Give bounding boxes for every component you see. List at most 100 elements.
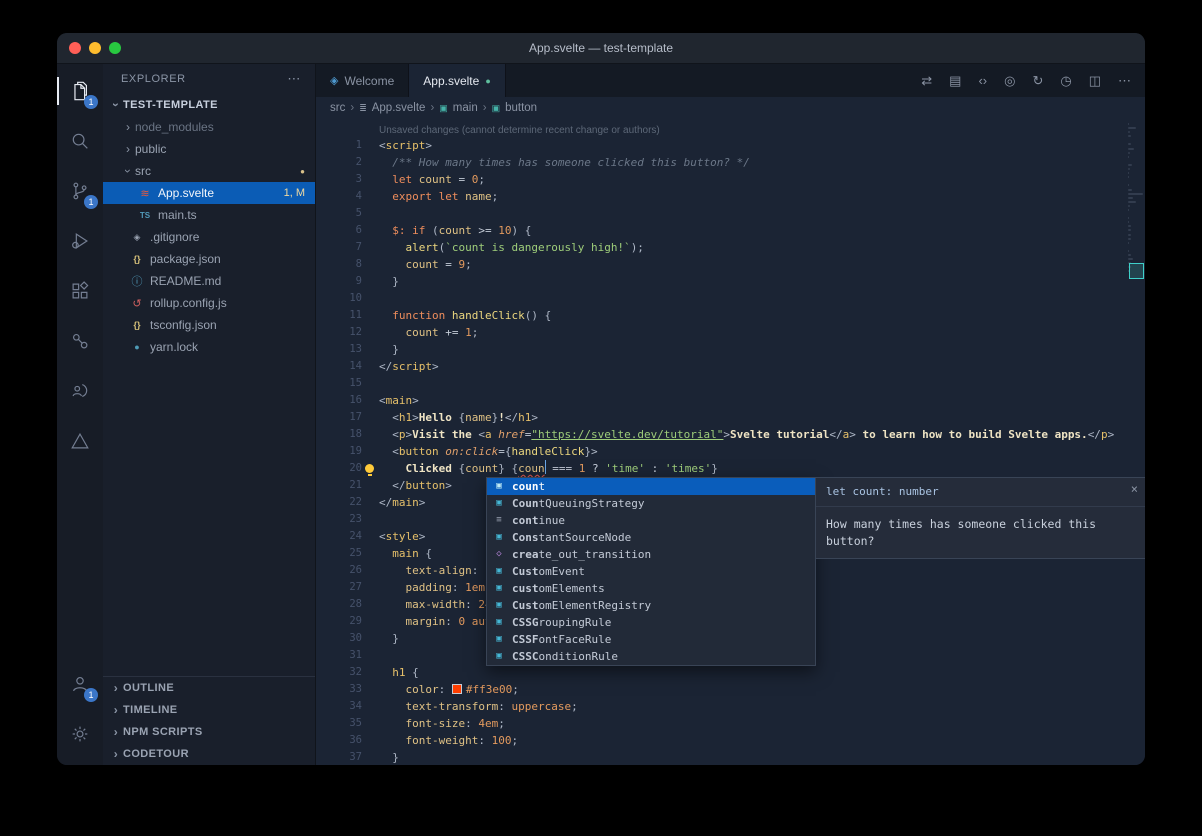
line-number: 21 bbox=[316, 477, 379, 494]
file-row[interactable]: ≋App.svelte1, M bbox=[103, 182, 315, 204]
liveshare-icon[interactable] bbox=[57, 368, 103, 414]
code-line: 33 color: #ff3e00; bbox=[316, 681, 1145, 698]
minimap-line bbox=[1128, 205, 1130, 207]
sidebar-section-timeline[interactable]: ›TIMELINE bbox=[103, 699, 315, 721]
chevron-down-icon: › bbox=[121, 164, 135, 178]
sidebar-section-codetour[interactable]: ›CODETOUR bbox=[103, 743, 315, 765]
extensions-icon[interactable] bbox=[57, 268, 103, 314]
more-actions-icon[interactable]: ⋯ bbox=[1118, 73, 1131, 89]
minimap-line bbox=[1128, 193, 1143, 195]
suggest-item[interactable]: ▣CSSGroupingRule bbox=[487, 614, 815, 631]
keybindings-icon[interactable]: ‹› bbox=[978, 73, 987, 88]
suggest-item[interactable]: ≡continue bbox=[487, 512, 815, 529]
code-line: 8 count = 9; bbox=[316, 256, 1145, 273]
folder-row[interactable]: ›node_modules bbox=[103, 116, 315, 138]
minimap-line bbox=[1128, 152, 1130, 154]
suggest-label: CSSConditionRule bbox=[512, 648, 618, 665]
code-text: <p>Visit the <a href="https://svelte.dev… bbox=[379, 426, 1145, 443]
minimap-line bbox=[1128, 189, 1132, 191]
file-row[interactable]: TSmain.ts bbox=[103, 204, 315, 226]
file-row[interactable]: {}package.json bbox=[103, 248, 315, 270]
suggest-item[interactable]: ▣count bbox=[487, 478, 815, 495]
line-number: 6 bbox=[316, 222, 379, 239]
zoom-window-button[interactable] bbox=[109, 42, 121, 54]
code-line: 7 alert(`count is dangerously high!`); bbox=[316, 239, 1145, 256]
close-window-button[interactable] bbox=[69, 42, 81, 54]
code-text: Clicked {count} {coun === 1 ? 'time' : '… bbox=[379, 460, 1145, 477]
sidebar-section-outline[interactable]: ›OUTLINE bbox=[103, 677, 315, 699]
minimap-line bbox=[1128, 221, 1129, 223]
suggest-item[interactable]: ◇create_out_transition bbox=[487, 546, 815, 563]
folder-row[interactable]: ›public bbox=[103, 138, 315, 160]
suggest-item[interactable]: ▣CustomElementRegistry bbox=[487, 597, 815, 614]
suggest-item[interactable]: ▣CustomEvent bbox=[487, 563, 815, 580]
run-debug-icon[interactable] bbox=[57, 218, 103, 264]
line-number: 3 bbox=[316, 171, 379, 188]
suggest-item[interactable]: ▣ ConstantSourceNode bbox=[487, 529, 815, 546]
gitlens-blame-annotation[interactable]: Unsaved changes (cannot determine recent… bbox=[316, 119, 1145, 137]
account-icon[interactable]: 1 bbox=[57, 661, 103, 707]
code-text: } bbox=[379, 273, 1145, 290]
line-number: 17 bbox=[316, 409, 379, 426]
file-row[interactable]: ◈.gitignore bbox=[103, 226, 315, 248]
code-line: 36 font-weight: 100; bbox=[316, 732, 1145, 749]
line-number: 25 bbox=[316, 545, 379, 562]
minimap-line bbox=[1128, 143, 1131, 145]
breadcrumb-item-src[interactable]: src bbox=[330, 102, 345, 114]
file-row[interactable]: {}tsconfig.json bbox=[103, 314, 315, 336]
file-row[interactable]: ●yarn.lock bbox=[103, 336, 315, 358]
workspace-root-row[interactable]: › TEST-TEMPLATE bbox=[103, 94, 315, 116]
file-row[interactable]: ↺rollup.config.js bbox=[103, 292, 315, 314]
minimap-line bbox=[1128, 164, 1132, 166]
minimap[interactable] bbox=[1127, 119, 1145, 765]
symbol-var-icon: ▣ bbox=[492, 529, 506, 546]
settings-gear-icon[interactable] bbox=[57, 711, 103, 757]
title-bar: App.svelte — test-template bbox=[57, 33, 1145, 64]
tab-welcome[interactable]: ◈ Welcome bbox=[316, 64, 409, 97]
github-icon[interactable] bbox=[57, 318, 103, 364]
code-editor[interactable]: Unsaved changes (cannot determine recent… bbox=[316, 119, 1145, 765]
line-number: 19 bbox=[316, 443, 379, 460]
more-actions-icon[interactable]: ⋯ bbox=[287, 71, 301, 87]
folder-row[interactable]: ›src● bbox=[103, 160, 315, 182]
code-text: $: if (count >= 10) { bbox=[379, 222, 1145, 239]
suggest-label: ConstantSourceNode bbox=[512, 529, 631, 546]
source-control-icon[interactable]: 1 bbox=[57, 168, 103, 214]
breadcrumb-item-file[interactable]: App.svelte bbox=[372, 102, 426, 114]
json-file-icon: {} bbox=[129, 254, 145, 264]
code-text: color: #ff3e00; bbox=[379, 681, 1145, 698]
git-file-icon: ◈ bbox=[129, 232, 145, 243]
minimap-line bbox=[1128, 131, 1130, 133]
lightbulb-icon[interactable] bbox=[365, 464, 374, 473]
source-control-badge: 1 bbox=[84, 195, 98, 209]
suggest-item[interactable]: ▣CSSFontFaceRule bbox=[487, 631, 815, 648]
workspace-root-label: TEST-TEMPLATE bbox=[123, 99, 315, 111]
rollup-file-icon: ↺ bbox=[129, 297, 145, 310]
goto-symbol-icon[interactable]: ◎ bbox=[1004, 73, 1015, 89]
search-icon[interactable] bbox=[57, 118, 103, 164]
split-editor-icon[interactable]: ◫ bbox=[1089, 73, 1101, 89]
file-icon: ≣ bbox=[359, 103, 367, 114]
section-label: CODETOUR bbox=[123, 748, 189, 760]
suggest-widget: ▣count▣CountQueuingStrategy≡continue▣ Con… bbox=[486, 477, 1145, 666]
open-changes-icon[interactable]: ▤ bbox=[949, 73, 961, 89]
code-text bbox=[379, 290, 1145, 307]
codetour-icon[interactable] bbox=[57, 418, 103, 464]
minimize-window-button[interactable] bbox=[89, 42, 101, 54]
history-icon[interactable]: ◷ bbox=[1060, 73, 1071, 89]
tab-app-svelte[interactable]: App.svelte ● bbox=[409, 64, 505, 97]
file-row[interactable]: ⓘREADME.md bbox=[103, 270, 315, 292]
close-icon[interactable]: × bbox=[1131, 481, 1138, 498]
breadcrumb-item-button[interactable]: button bbox=[505, 102, 537, 114]
chevron-right-icon: › bbox=[483, 102, 487, 114]
suggest-item[interactable]: ▣CountQueuingStrategy bbox=[487, 495, 815, 512]
suggest-item[interactable]: ▣CSSConditionRule bbox=[487, 648, 815, 665]
suggest-item[interactable]: ▣customElements bbox=[487, 580, 815, 597]
compare-changes-icon[interactable]: ⇄ bbox=[921, 73, 932, 89]
chevron-right-icon: › bbox=[430, 102, 434, 114]
suggest-label: CSSFontFaceRule bbox=[512, 631, 611, 648]
sidebar-section-npm-scripts[interactable]: ›NPM SCRIPTS bbox=[103, 721, 315, 743]
sync-icon[interactable]: ↻ bbox=[1032, 73, 1043, 89]
explorer-icon[interactable]: 1 bbox=[57, 68, 103, 114]
breadcrumb-item-main[interactable]: main bbox=[453, 102, 478, 114]
